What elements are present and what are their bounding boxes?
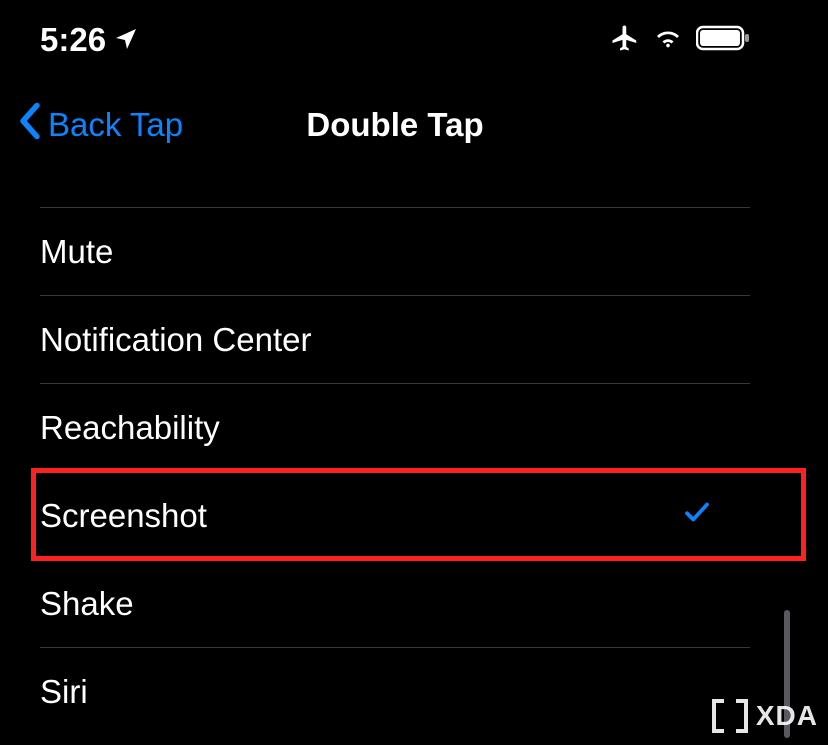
status-bar: 5:26 [0, 0, 790, 80]
option-label: Shake [40, 585, 134, 623]
battery-icon [696, 25, 750, 56]
option-label: Siri [40, 673, 88, 711]
chevron-back-icon [18, 102, 42, 148]
page-title: Double Tap [306, 106, 483, 144]
wifi-icon [654, 27, 682, 54]
watermark: XDA [712, 699, 818, 733]
location-icon [114, 21, 138, 59]
watermark-text: XDA [756, 700, 818, 732]
option-label: Mute [40, 233, 113, 271]
options-list: Mute Notification Center Reachability Sc… [40, 185, 750, 735]
list-row[interactable]: Siri [40, 647, 750, 735]
option-label: Screenshot [40, 497, 207, 535]
back-label: Back Tap [48, 106, 183, 144]
back-button[interactable]: Back Tap [18, 102, 183, 148]
list-row[interactable] [40, 185, 750, 207]
list-row[interactable]: Shake [40, 559, 750, 647]
list-row[interactable]: Mute [40, 207, 750, 295]
content: Mute Notification Center Reachability Sc… [0, 170, 790, 735]
list-row[interactable]: Reachability [40, 383, 750, 471]
option-label: Reachability [40, 409, 220, 447]
nav-bar: Back Tap Double Tap [0, 80, 790, 170]
list-row[interactable]: Notification Center [40, 295, 750, 383]
airplane-mode-icon [610, 23, 640, 58]
list-row[interactable]: Screenshot [40, 471, 750, 559]
checkmark-icon [682, 497, 712, 535]
status-time: 5:26 [40, 21, 106, 59]
option-label: Notification Center [40, 321, 311, 359]
